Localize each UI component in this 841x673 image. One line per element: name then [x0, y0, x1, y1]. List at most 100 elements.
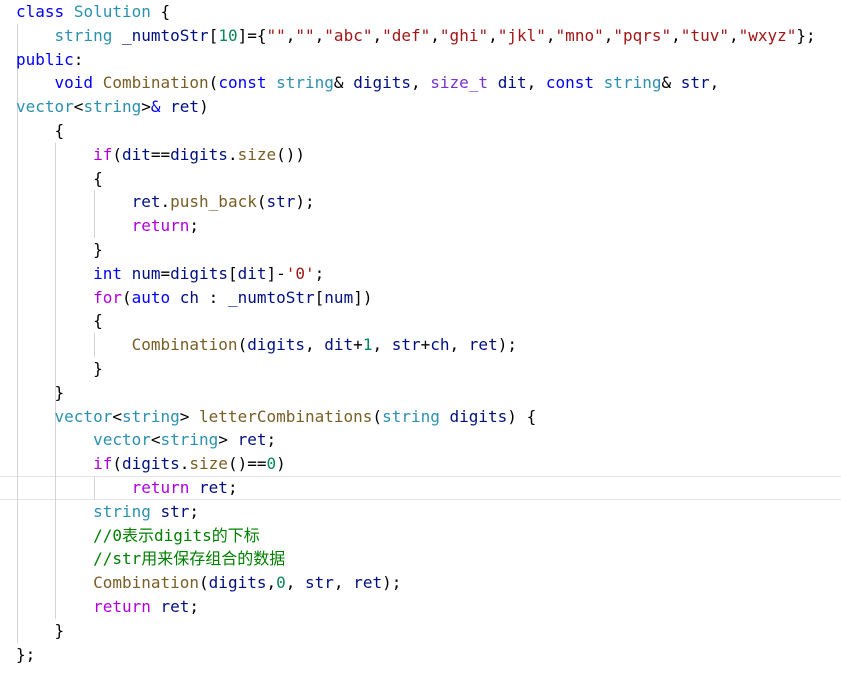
- code-line[interactable]: int num=digits[dit]-'0';: [0, 262, 816, 286]
- code-token-num: 0: [266, 454, 277, 474]
- code-token-fn: size: [189, 454, 228, 474]
- code-token-pun: {: [93, 311, 103, 331]
- code-token-var: ret: [160, 596, 190, 616]
- code-token-kw: const: [218, 73, 267, 93]
- code-token-pun: :: [73, 49, 84, 69]
- code-token-typ: vector: [93, 430, 151, 450]
- code-line[interactable]: if(dit==digits.size()): [0, 143, 816, 167]
- code-line[interactable]: return ret;: [0, 476, 816, 500]
- code-token-pun: ;: [189, 596, 200, 616]
- code-token-pun: };: [796, 25, 816, 45]
- code-token-pun: ): [199, 97, 209, 117]
- code-token-var: dit: [324, 335, 354, 355]
- code-token-var: ret: [237, 430, 267, 450]
- code-line[interactable]: vector<string>& ret): [0, 95, 816, 119]
- code-token-num: 1: [362, 335, 373, 355]
- code-token-pun: (: [208, 73, 219, 93]
- code-token-pun: ,: [285, 25, 296, 45]
- code-token-pun: [170, 288, 180, 307]
- code-token-pun: ,: [709, 73, 720, 93]
- code-token-pun: );: [497, 335, 517, 355]
- code-token-pun: [151, 502, 161, 521]
- code-token-pun: .: [179, 454, 190, 474]
- code-line[interactable]: }: [0, 381, 816, 405]
- code-line[interactable]: void Combination(const string& digits, s…: [0, 71, 816, 95]
- code-token-pun: }: [93, 358, 103, 378]
- code-line[interactable]: string str;: [0, 500, 816, 524]
- code-token-typ: string: [93, 501, 151, 521]
- code-content[interactable]: class Solution { string _numtoStr[10]={"…: [0, 0, 816, 666]
- code-line[interactable]: {: [0, 119, 816, 143]
- code-token-typ: string: [83, 97, 142, 117]
- code-line[interactable]: return;: [0, 214, 816, 238]
- code-token-pun: (: [121, 287, 132, 307]
- code-token-ctl: return: [131, 216, 190, 236]
- code-token-pun: ]-: [266, 263, 286, 283]
- code-token-pun: ,: [266, 573, 277, 593]
- code-token-var: str: [391, 335, 421, 355]
- code-token-pun: ,: [372, 335, 392, 355]
- code-line[interactable]: {: [0, 309, 816, 333]
- code-editor[interactable]: class Solution { string _numtoStr[10]={"…: [0, 0, 841, 673]
- code-token-ctl: if: [93, 144, 113, 164]
- code-token-pun: {: [150, 2, 171, 21]
- code-line[interactable]: }: [0, 357, 816, 381]
- code-token-pun: (: [237, 335, 248, 355]
- code-token-pun: [161, 97, 171, 116]
- code-token-pun: =: [160, 263, 171, 283]
- code-token-str: "": [295, 25, 315, 45]
- code-line[interactable]: return ret;: [0, 595, 816, 619]
- code-token-pun: [440, 407, 450, 426]
- code-line[interactable]: }: [0, 238, 816, 262]
- code-line[interactable]: for(auto ch : _numtoStr[num]): [0, 286, 816, 310]
- code-token-var: ret: [131, 192, 161, 212]
- code-token-kw: class: [16, 2, 65, 21]
- code-token-pun: }: [93, 239, 103, 259]
- code-token-var: _numtoStr: [121, 25, 209, 45]
- code-token-pun: [: [314, 287, 325, 307]
- code-token-pun: [189, 478, 199, 497]
- code-token-ctl: if: [93, 454, 113, 474]
- code-line[interactable]: //0表示digits的下标: [0, 524, 816, 548]
- code-token-pun: &: [661, 73, 681, 93]
- code-line[interactable]: string _numtoStr[10]={"","","abc","def",…: [0, 24, 816, 48]
- code-token-pun: ]={: [237, 25, 267, 45]
- code-line[interactable]: };: [0, 643, 816, 667]
- code-token-pun: <: [150, 430, 161, 450]
- code-line[interactable]: }: [0, 619, 816, 643]
- code-token-var: dit: [121, 144, 151, 164]
- code-line[interactable]: //str用来保存组合的数据: [0, 547, 816, 571]
- code-token-var: dit: [237, 263, 267, 283]
- code-line[interactable]: Combination(digits, dit+1, str+ch, ret);: [0, 333, 816, 357]
- code-token-typ: string: [121, 406, 180, 426]
- code-line[interactable]: {: [0, 167, 816, 191]
- code-line[interactable]: ret.push_back(str);: [0, 190, 816, 214]
- code-token-typ: vector: [16, 97, 74, 117]
- code-line[interactable]: vector<string> ret;: [0, 428, 816, 452]
- code-line[interactable]: if(digits.size()==0): [0, 452, 816, 476]
- code-token-str: "abc": [324, 25, 373, 45]
- code-line[interactable]: class Solution {: [0, 0, 816, 24]
- code-token-var: str: [160, 501, 190, 521]
- code-token-var: _numtoStr: [227, 287, 315, 307]
- code-token-var: digits: [247, 335, 305, 355]
- code-line[interactable]: vector<string> letterCombinations(string…: [0, 405, 816, 429]
- code-line[interactable]: Combination(digits,0, str, ret);: [0, 571, 816, 595]
- code-token-pun: [151, 597, 161, 616]
- code-line[interactable]: public:: [0, 48, 816, 72]
- code-token-pun: ;: [227, 477, 238, 497]
- code-token-kw: int: [93, 263, 122, 283]
- code-token-pun: };: [16, 644, 36, 664]
- code-token-ctl: for: [93, 287, 122, 307]
